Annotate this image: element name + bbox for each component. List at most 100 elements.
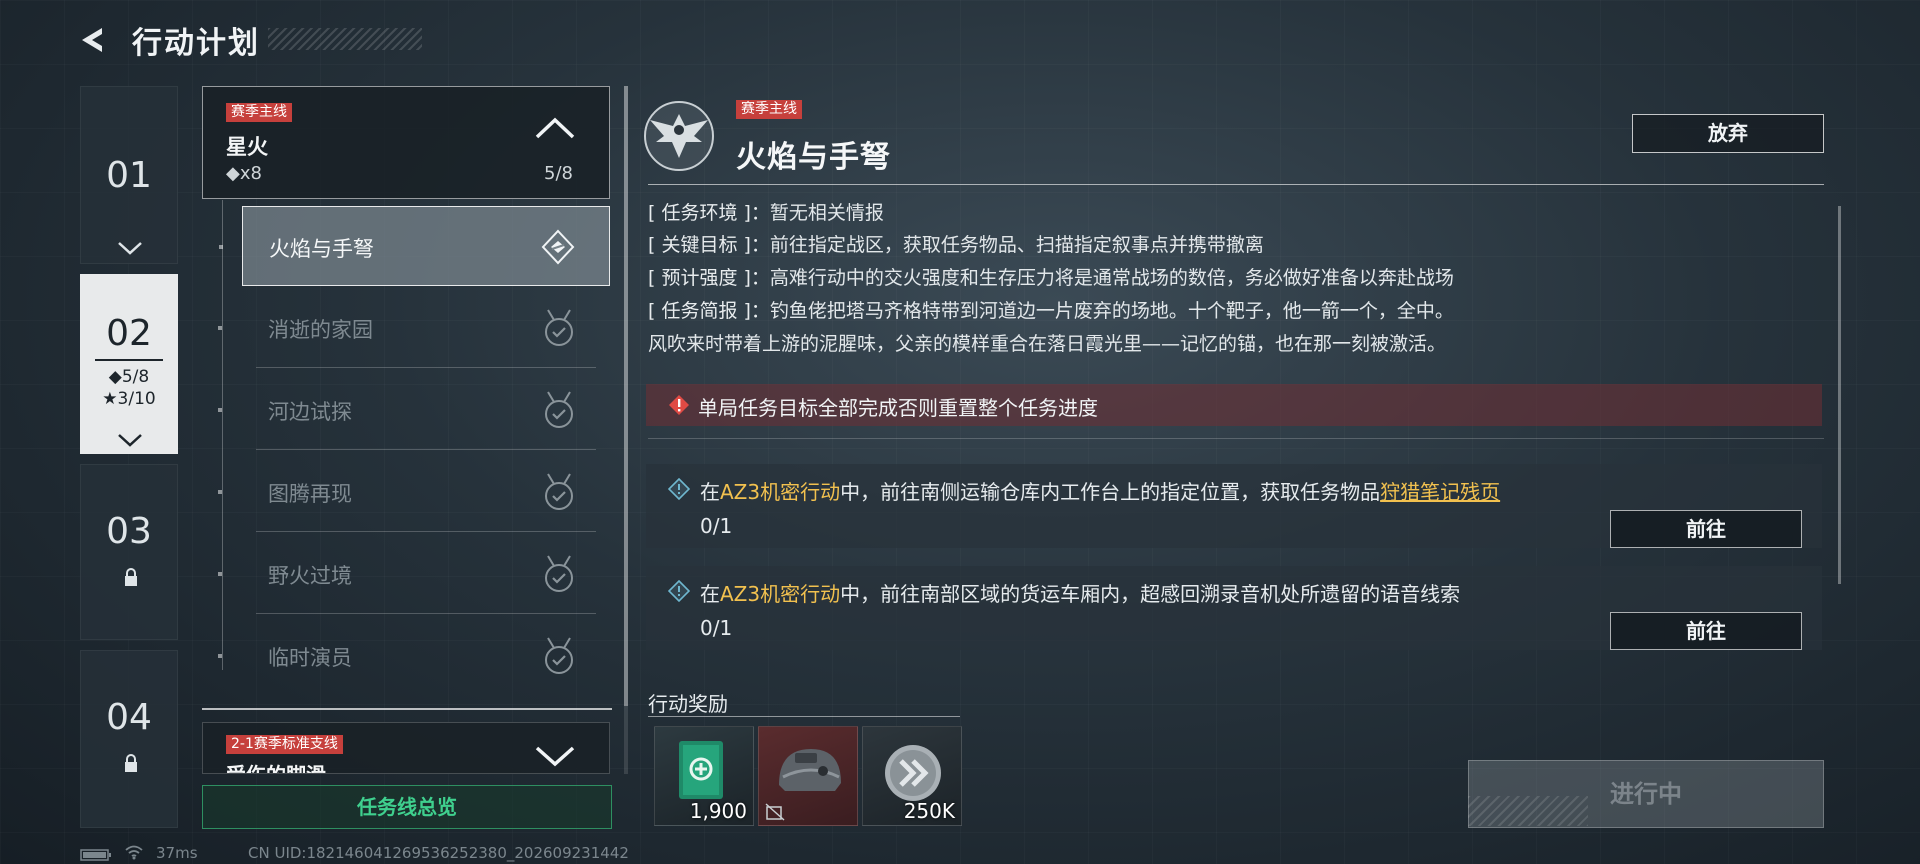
completed-medal-icon	[545, 473, 573, 510]
objective-progress: 0/1	[700, 616, 733, 640]
section-divider	[648, 438, 1824, 439]
objective-prefix: 在	[700, 480, 720, 504]
eagle-emblem-icon	[644, 101, 714, 171]
tab-chapter-04[interactable]: 04	[80, 650, 178, 828]
objective-description: 中，前往南部区域的货运车厢内，超感回溯录音机处所遗留的语音线索	[840, 582, 1461, 606]
mission-list-scroll-thumb[interactable]	[624, 86, 628, 706]
wifi-icon	[125, 845, 143, 860]
info-value: 高难行动中的交火强度和生存压力将是通常战场的数倍，务必做好准备以奔赴战场	[769, 267, 1454, 289]
warning-text: 单局任务目标全部完成否则重置整个任务进度	[698, 396, 1098, 420]
tree-node-dot	[218, 326, 222, 330]
tab-chapter-01[interactable]: 01	[80, 86, 178, 264]
info-environment: [ 任务环境 ]：暂无相关情报	[648, 198, 1808, 229]
tab-diamond-progress: ◆5/8	[108, 367, 150, 387]
lock-icon	[125, 754, 137, 772]
warning-icon	[669, 395, 689, 415]
chevron-down-icon[interactable]	[535, 745, 575, 767]
quest-type-tag: 赛季主线	[226, 103, 292, 122]
sub-mission-item[interactable]: 野火过境	[218, 534, 610, 614]
info-value: 前往指定战区，获取任务物品、扫描指定叙事点并携带撤离	[769, 234, 1264, 256]
reward-quantity: 1,900	[689, 799, 747, 823]
quest-type-tag: 赛季主线	[736, 100, 802, 119]
ping-latency: 37ms	[156, 844, 198, 862]
main-quest-card[interactable]: 赛季主线 星火 ◆x8 5/8	[202, 86, 610, 199]
info-value: 钓鱼佬把塔马齐格特带到河道边一片废弃的场地。十个靶子，他一箭一个，全中。	[769, 300, 1454, 322]
battery-icon	[80, 849, 111, 861]
title-decoration	[268, 28, 422, 50]
go-button[interactable]: 前往	[1610, 612, 1802, 650]
in-progress-diamond-icon	[541, 229, 575, 265]
sub-mission-item[interactable]: 临时演员	[218, 616, 610, 696]
objective-card: 在AZ3机密行动中，前往南部区域的货运车厢内，超感回溯录音机处所遗留的语音线索 …	[646, 566, 1822, 650]
button-hatch-decoration	[1468, 796, 1588, 826]
tree-node-dot	[218, 572, 222, 576]
sub-mission-label: 临时演员	[268, 646, 352, 670]
operation-link[interactable]: AZ3机密行动	[720, 480, 840, 504]
quest-type-tag: 2-1赛季标准支线	[226, 735, 343, 754]
tree-node-dot	[218, 654, 222, 658]
item-link[interactable]: 狩猎笔记残页	[1380, 480, 1500, 504]
branch-quest-name: 受伤的脚滑	[226, 759, 326, 773]
sub-mission-item[interactable]: 消逝的家园	[218, 288, 610, 368]
chevron-down-icon	[118, 242, 142, 255]
back-button[interactable]	[76, 22, 112, 58]
sub-mission-item[interactable]: 火焰与手弩	[219, 206, 610, 286]
objective-description: 中，前往南侧运输仓库内工作台上的指定位置，获取任务物品	[840, 480, 1381, 504]
reward-item[interactable]: 1,900	[654, 726, 754, 826]
go-button[interactable]: 前往	[1610, 510, 1802, 548]
main-quest-progress: 5/8	[544, 163, 573, 184]
branch-quest-card[interactable]: 2-1赛季标准支线 受伤的脚滑	[202, 722, 610, 774]
questline-overview-button[interactable]: 任务线总览	[202, 785, 612, 829]
rewards-underline	[648, 716, 960, 717]
info-key: [ 关键目标 ]：	[648, 234, 770, 256]
tab-number: 02	[106, 313, 152, 354]
info-intensity: [ 预计强度 ]：高难行动中的交火强度和生存压力将是通常战场的数倍，务必做好准备…	[648, 263, 1808, 294]
objective-card: 在AZ3机密行动中，前往南侧运输仓库内工作台上的指定位置，获取任务物品狩猎笔记残…	[646, 464, 1822, 548]
abandon-button[interactable]: 放弃	[1632, 114, 1824, 153]
list-end-divider	[202, 708, 612, 710]
sub-mission-label: 河边试探	[268, 400, 352, 424]
page-title: 行动计划	[132, 26, 260, 61]
info-brief-continued: 风吹来时带着上游的泥腥味，父亲的模样重合在落日霞光里——记忆的锚，也在那一刻被激…	[648, 333, 1447, 355]
objective-progress: 0/1	[700, 514, 733, 538]
list-separator	[256, 449, 596, 450]
tab-chapter-02[interactable]: 02 ◆5/8 ★3/10	[80, 274, 178, 454]
info-key-objective: [ 关键目标 ]：前往指定战区，获取任务物品、扫描指定叙事点并携带撤离	[648, 230, 1808, 261]
reward-item[interactable]: 250K	[862, 726, 962, 826]
reward-item[interactable]	[758, 726, 858, 826]
objective-prefix: 在	[700, 582, 720, 606]
back-arrow-icon	[82, 28, 102, 52]
tree-node-dot	[218, 490, 222, 494]
completed-medal-icon	[545, 555, 573, 592]
tree-connector-line	[222, 200, 223, 670]
tab-number: 04	[106, 697, 152, 738]
completed-medal-icon	[545, 637, 573, 674]
tab-star-progress: ★3/10	[102, 389, 156, 409]
tab-chapter-03[interactable]: 03	[80, 464, 178, 640]
info-key: [ 任务环境 ]：	[648, 202, 770, 224]
sub-mission-item[interactable]: 河边试探	[218, 370, 610, 450]
detail-scrollbar[interactable]	[1838, 206, 1841, 584]
chevron-up-icon[interactable]	[535, 117, 575, 139]
tab-number: 03	[106, 511, 152, 552]
title-divider	[648, 184, 1824, 185]
info-key: [ 预计强度 ]：	[648, 267, 770, 289]
completed-medal-icon	[545, 309, 573, 346]
completed-medal-icon	[545, 391, 573, 428]
operation-link[interactable]: AZ3机密行动	[720, 582, 840, 606]
main-quest-name: 星火	[226, 135, 268, 159]
info-value: 暂无相关情报	[769, 202, 884, 224]
sub-mission-item[interactable]: 图腾再现	[218, 452, 610, 532]
untradeable-icon	[765, 803, 785, 821]
objective-diamond-icon	[668, 478, 690, 500]
user-uid: CN UID:182146041269536252380_20260923144…	[248, 844, 629, 862]
list-separator	[256, 531, 596, 532]
tab-underline	[95, 359, 163, 361]
mission-title: 火焰与手弩	[736, 140, 891, 175]
list-separator	[256, 367, 596, 368]
objective-text: 在AZ3机密行动中，前往南部区域的货运车厢内，超感回溯录音机处所遗留的语音线索	[700, 578, 1460, 607]
tab-number: 01	[106, 155, 152, 196]
sub-mission-label: 消逝的家园	[268, 318, 373, 342]
info-key: [ 任务简报 ]：	[648, 300, 770, 322]
reward-quantity: 250K	[903, 799, 955, 823]
